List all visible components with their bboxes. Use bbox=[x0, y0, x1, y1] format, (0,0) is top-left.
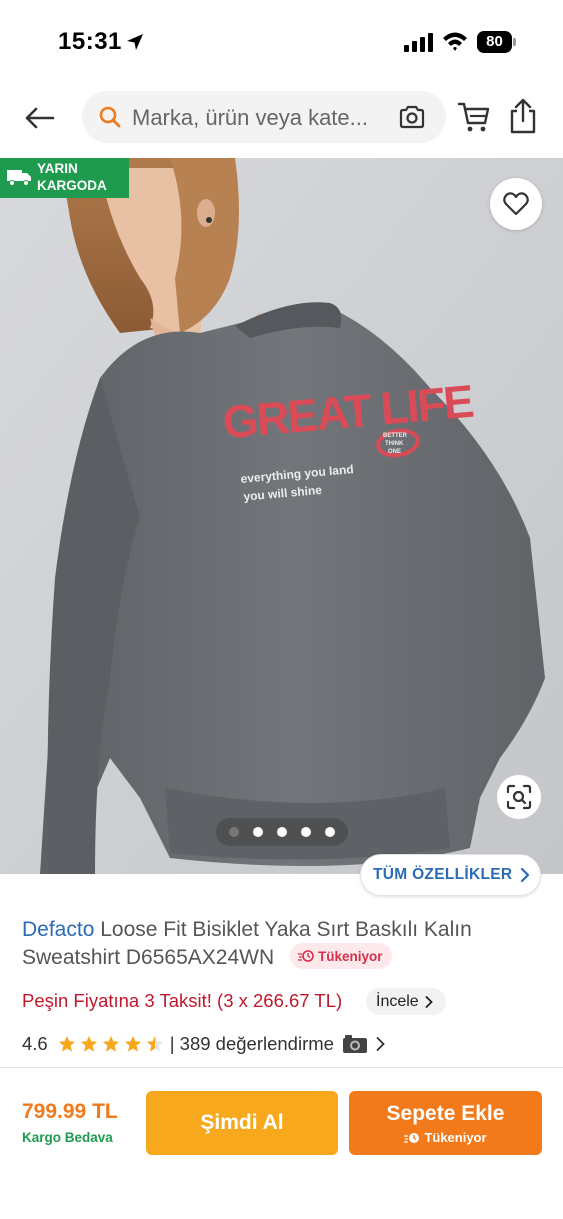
low-stock-text: Tükeniyor bbox=[317, 948, 383, 964]
carousel-dot[interactable] bbox=[253, 827, 263, 837]
cargo-badge-line1: YARIN bbox=[37, 161, 78, 176]
incele-label: İncele bbox=[376, 992, 419, 1010]
review-count: | 389 değerlendirme bbox=[169, 1033, 334, 1054]
carousel-dot[interactable] bbox=[301, 827, 311, 837]
carousel-dot[interactable] bbox=[277, 827, 287, 837]
installment-offer: Peşin Fiyatına 3 Taksit! (3 x 266.67 TL) bbox=[22, 990, 343, 1011]
clock-icon bbox=[404, 1132, 420, 1143]
half-star-icon bbox=[146, 1035, 163, 1052]
free-shipping-label: Kargo Bedava bbox=[22, 1130, 113, 1145]
add-to-cart-label: Sepete Ekle bbox=[386, 1102, 505, 1125]
battery-level: 80 bbox=[477, 31, 512, 53]
cart-icon[interactable] bbox=[456, 99, 492, 135]
back-button[interactable] bbox=[16, 96, 62, 140]
product-image[interactable]: GREAT LIFE everything you land you will … bbox=[0, 158, 563, 874]
photo-reviews-icon bbox=[342, 1035, 367, 1053]
search-icon bbox=[99, 106, 121, 128]
add-to-cart-button[interactable]: Sepete Ekle Tükeniyor bbox=[349, 1091, 542, 1155]
camera-search-icon[interactable] bbox=[398, 104, 426, 130]
wifi-icon bbox=[443, 32, 467, 51]
svg-text:BETTER: BETTER bbox=[383, 433, 408, 439]
rating-stars bbox=[58, 1035, 164, 1053]
search-placeholder: Marka, ürün veya kate... bbox=[132, 105, 368, 130]
add-to-cart-sub-text: Tükeniyor bbox=[424, 1130, 487, 1145]
chevron-right-icon bbox=[376, 1037, 385, 1051]
rating-row[interactable]: 4.6 | 389 değerlendirme bbox=[22, 1030, 385, 1058]
cargo-badge-text: YARIN KARGODA bbox=[37, 160, 107, 194]
carousel-dot[interactable] bbox=[229, 827, 239, 837]
next-day-cargo-badge: YARIN KARGODA bbox=[0, 158, 129, 198]
buy-now-button[interactable]: Şimdi Al bbox=[146, 1091, 338, 1155]
status-time: 15:31 bbox=[58, 28, 122, 55]
brand-link[interactable]: Defacto bbox=[22, 918, 94, 941]
buy-now-label: Şimdi Al bbox=[200, 1111, 284, 1134]
back-arrow-icon bbox=[25, 107, 55, 129]
battery-indicator: 80 bbox=[477, 31, 517, 53]
all-specs-label: TÜM ÖZELLİKLER bbox=[373, 866, 513, 883]
chevron-right-icon bbox=[521, 868, 530, 882]
star-icon bbox=[80, 1035, 97, 1052]
low-stock-badge: Tükeniyor bbox=[289, 943, 393, 969]
truck-icon bbox=[7, 170, 31, 186]
search-input[interactable]: Marka, ürün veya kate... bbox=[82, 91, 446, 143]
product-title: Defacto Loose Fit Bisiklet Yaka Sırt Bas… bbox=[22, 916, 542, 971]
battery-tip bbox=[513, 38, 516, 46]
visual-search-button[interactable] bbox=[497, 775, 541, 819]
all-specs-button[interactable]: TÜM ÖZELLİKLER bbox=[360, 854, 541, 896]
product-detail-page: 15:31 80 Marka, ürün veya kate... GREAT … bbox=[0, 0, 563, 1219]
location-arrow-icon bbox=[127, 34, 143, 50]
rating-value: 4.6 bbox=[22, 1033, 48, 1054]
share-icon[interactable] bbox=[506, 97, 540, 135]
heart-icon bbox=[503, 192, 529, 216]
image-carousel-dots bbox=[216, 818, 348, 846]
carousel-dot[interactable] bbox=[325, 827, 335, 837]
star-icon bbox=[58, 1035, 75, 1052]
svg-text:THINK: THINK bbox=[385, 441, 404, 447]
clock-icon bbox=[297, 950, 314, 962]
cargo-badge-line2: KARGODA bbox=[37, 178, 107, 193]
product-photo: GREAT LIFE everything you land you will … bbox=[0, 158, 563, 874]
add-to-cart-stock-note: Tükeniyor bbox=[349, 1130, 542, 1145]
product-price: 799.99 TL bbox=[22, 1100, 118, 1123]
cellular-signal-icon bbox=[404, 33, 433, 52]
svg-text:ONE: ONE bbox=[388, 449, 401, 455]
star-icon bbox=[102, 1035, 119, 1052]
installment-details-button[interactable]: İncele bbox=[366, 988, 446, 1015]
chevron-right-icon bbox=[425, 995, 433, 1008]
favorite-button[interactable] bbox=[490, 178, 542, 230]
star-icon bbox=[124, 1035, 141, 1052]
status-bar: 15:31 80 bbox=[0, 0, 563, 84]
lens-icon bbox=[506, 784, 532, 810]
